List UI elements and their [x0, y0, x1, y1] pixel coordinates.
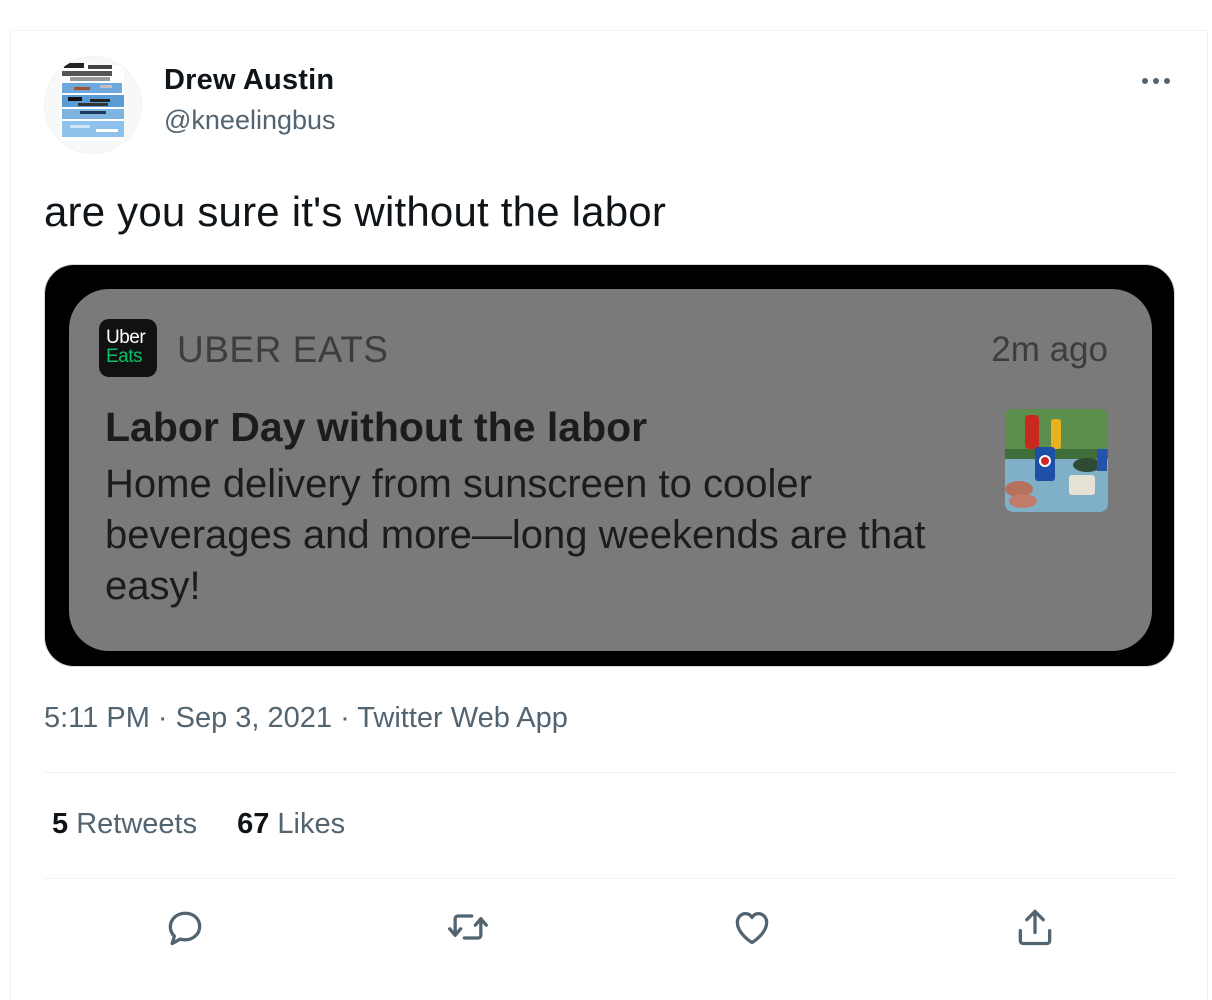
notification-time: 2m ago — [991, 330, 1108, 369]
retweets-label: Retweets — [76, 808, 198, 840]
like-icon[interactable] — [730, 905, 774, 949]
likes-stat[interactable]: 67 Likes — [237, 808, 345, 840]
tweet-stats: 5 Retweets 67 Likes — [52, 808, 345, 841]
notification-card: Uber Eats UBER EATS 2m ago Labor Day wit… — [69, 289, 1152, 651]
divider — [44, 772, 1175, 773]
author-name[interactable]: Drew Austin — [164, 64, 334, 97]
notification-body: Home delivery from sunscreen to cooler b… — [105, 462, 926, 608]
uber-eats-app-icon: Uber Eats — [99, 319, 157, 377]
notification-title: Labor Day without the labor — [105, 404, 648, 450]
author-handle[interactable]: @kneelingbus — [164, 105, 336, 136]
likes-count: 67 — [237, 808, 270, 840]
reply-icon[interactable] — [163, 905, 207, 949]
retweet-icon[interactable] — [446, 905, 490, 949]
app-icon-text-line1: Uber — [106, 327, 146, 348]
avatar[interactable] — [44, 56, 142, 154]
retweets-count: 5 — [52, 808, 69, 840]
notification-app-name: UBER EATS — [177, 329, 389, 370]
tweet-timestamp[interactable]: 5:11 PM · Sep 3, 2021 · Twitter Web App — [44, 702, 568, 735]
app-icon-text-line2: Eats — [106, 346, 143, 367]
retweets-stat[interactable]: 5 Retweets — [52, 808, 197, 840]
divider — [44, 878, 1175, 879]
share-icon[interactable] — [1013, 905, 1057, 949]
notification-thumbnail — [1005, 409, 1108, 512]
more-icon[interactable] — [1136, 66, 1176, 96]
likes-label: Likes — [277, 808, 346, 840]
tweet-text: are you sure it's without the labor — [44, 188, 667, 235]
tweet-media-image[interactable]: Uber Eats UBER EATS 2m ago Labor Day wit… — [44, 264, 1175, 667]
